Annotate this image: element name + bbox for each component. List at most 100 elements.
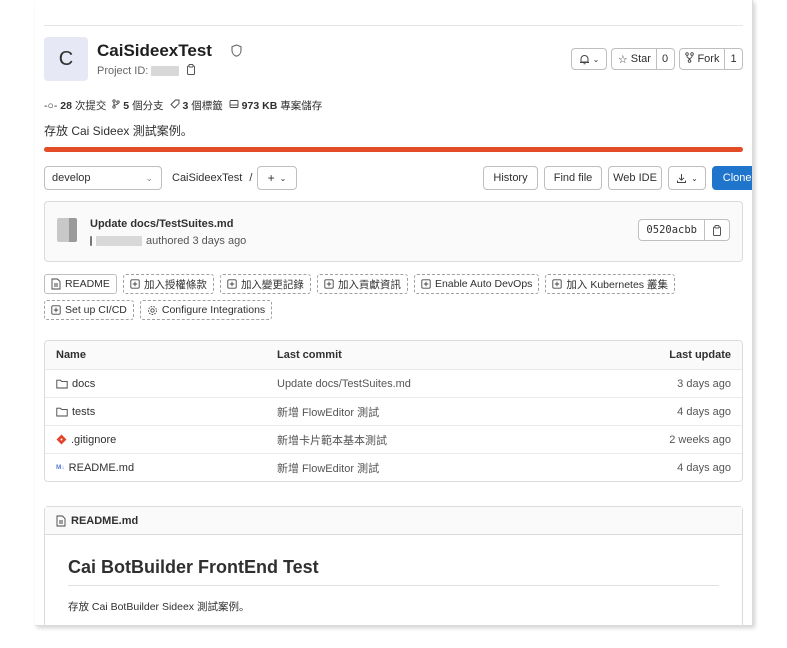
branches-label: 個分支 — [132, 100, 164, 112]
tags-label: 個標籤 — [191, 100, 223, 112]
copy-sha-button[interactable] — [704, 220, 729, 240]
add-dropdown-button[interactable]: + ⌄ — [257, 166, 297, 190]
table-row[interactable]: M↓ README.md 新增 FlowEditor 測試 4 days ago — [45, 453, 742, 481]
project-shortcuts: README 加入授權條款 加入變更記錄 加入貢獻資訊 Enable Auto DevO… — [44, 274, 734, 320]
shortcut-button[interactable]: 加入貢獻資訊 — [316, 274, 408, 294]
gear-icon — [147, 305, 158, 316]
plus-icon: + — [267, 171, 275, 185]
fork-count[interactable]: 1 — [724, 49, 741, 69]
fork-button[interactable]: Fork 1 — [679, 48, 743, 70]
plus-square-icon — [421, 279, 431, 289]
file-name[interactable]: .gitignore — [71, 434, 116, 446]
web-ide-button[interactable]: Web IDE — [608, 166, 662, 190]
shortcut-label: Set up CI/CD — [65, 304, 127, 316]
readme-panel: README.md Cai BotBuilder FrontEnd Test 存… — [44, 506, 743, 625]
shortcut-label: 加入貢獻資訊 — [337, 278, 401, 291]
last-commit-panel: Update docs/TestSuites.md authored 3 day… — [44, 201, 743, 262]
header-last-update: Last update — [669, 349, 731, 361]
table-row[interactable]: docs Update docs/TestSuites.md 3 days ago — [45, 369, 742, 397]
commit-sha-value[interactable]: 0520acbb — [639, 220, 704, 240]
table-row[interactable]: tests 新增 FlowEditor 測試 4 days ago — [45, 397, 742, 425]
clone-button[interactable]: Clone ⌄ — [712, 166, 752, 190]
fork-icon — [685, 52, 695, 66]
file-name-cell[interactable]: .gitignore — [45, 434, 277, 446]
file-last-commit[interactable]: 新增 FlowEditor 測試 — [277, 404, 592, 420]
shortcut-button[interactable]: 加入 Kubernetes 叢集 — [545, 274, 675, 294]
redacted-author — [96, 236, 142, 246]
readme-text: 存放 Cai BotBuilder Sideex 測試案例。 — [68, 601, 250, 613]
project-id: Project ID: — [97, 64, 196, 78]
markdown-icon: M↓ — [56, 464, 65, 471]
fork-label: Fork — [697, 53, 720, 65]
shield-icon — [231, 44, 242, 60]
download-button[interactable]: ⌄ — [668, 166, 706, 190]
commit-sha[interactable]: 0520acbb — [638, 219, 730, 241]
file-name[interactable]: docs — [72, 378, 95, 390]
star-button[interactable]: ☆ Star 0 — [611, 48, 675, 70]
commit-meta: authored 3 days ago — [90, 235, 246, 247]
storage-label: 專案儲存 — [280, 100, 323, 112]
language-bar[interactable] — [44, 147, 743, 152]
tags-stat[interactable]: 3 個標籤 — [169, 98, 223, 113]
download-icon — [676, 173, 687, 184]
shortcut-button[interactable]: 加入授權條款 — [122, 274, 214, 294]
breadcrumb-project[interactable]: CaiSideexTest — [172, 172, 242, 184]
project-title[interactable]: CaiSideexTest — [97, 41, 212, 61]
branch-name: develop — [52, 172, 91, 184]
shortcut-button[interactable]: 加入變更記錄 — [219, 274, 311, 294]
shortcut-button[interactable]: Set up CI/CD — [44, 300, 134, 320]
file-name[interactable]: tests — [72, 406, 95, 418]
bell-icon — [579, 54, 590, 65]
plus-square-icon — [51, 305, 61, 315]
file-name[interactable]: README.md — [69, 462, 134, 474]
file-tree-table: Name Last commit Last update docs Update … — [44, 340, 743, 482]
commits-stat[interactable]: -○- 28 次提交 — [44, 98, 106, 113]
storage-stat[interactable]: 973 KB 專案儲存 — [229, 98, 322, 113]
project-id-label: Project ID: — [97, 65, 149, 77]
star-count[interactable]: 0 — [655, 49, 673, 69]
table-header: Name Last commit Last update — [45, 341, 742, 369]
chevron-down-icon: ⌄ — [592, 54, 600, 64]
copy-icon[interactable] — [186, 64, 196, 78]
redacted-author-bar — [90, 236, 92, 246]
file-last-commit[interactable]: Update docs/TestSuites.md — [277, 378, 592, 390]
commit-author-avatar[interactable] — [57, 218, 77, 242]
history-button[interactable]: History — [483, 166, 538, 190]
tags-count: 3 — [182, 100, 189, 112]
project-description: 存放 Cai Sideex 測試案例。 — [44, 124, 193, 138]
readme-heading: Cai BotBuilder FrontEnd Test — [68, 557, 319, 577]
table-row[interactable]: .gitignore 新增卡片範本基本測試 2 weeks ago — [45, 425, 742, 453]
shortcut-label: 加入 Kubernetes 叢集 — [566, 278, 668, 291]
shortcut-button[interactable]: Configure Integrations — [139, 300, 273, 320]
project-avatar[interactable]: C — [44, 37, 88, 81]
git-icon — [56, 434, 67, 445]
readme-header: README.md — [45, 507, 742, 535]
shortcut-label: Configure Integrations — [161, 304, 266, 316]
file-last-commit[interactable]: 新增卡片範本基本測試 — [277, 432, 592, 448]
file-name-cell[interactable]: tests — [45, 406, 277, 418]
file-last-update: 3 days ago — [677, 377, 731, 390]
header-last-commit: Last commit — [277, 349, 342, 361]
branch-selector[interactable]: develop ⌄ — [44, 166, 162, 190]
notification-button[interactable]: ⌄ — [571, 48, 607, 70]
file-icon — [56, 515, 66, 527]
clone-label: Clone — [722, 172, 752, 184]
shortcut-button[interactable]: Enable Auto DevOps — [413, 274, 540, 294]
file-name-cell[interactable]: docs — [45, 378, 277, 390]
breadcrumb: CaiSideexTest / — [172, 172, 252, 184]
file-name-cell[interactable]: M↓ README.md — [45, 462, 277, 474]
branches-count: 5 — [123, 100, 130, 112]
file-last-commit[interactable]: 新增 FlowEditor 測試 — [277, 460, 592, 476]
breadcrumb-separator: / — [249, 172, 253, 184]
branch-icon — [112, 99, 123, 112]
branches-stat[interactable]: 5 個分支 — [112, 98, 164, 113]
copy-icon — [712, 224, 722, 236]
plus-square-icon — [552, 279, 563, 289]
commit-message[interactable]: Update docs/TestSuites.md — [90, 218, 233, 230]
storage-icon — [229, 100, 242, 112]
shortcut-button[interactable]: README — [44, 274, 117, 294]
shortcut-label: Enable Auto DevOps — [434, 278, 533, 290]
readme-filename[interactable]: README.md — [71, 515, 138, 527]
tag-icon — [169, 99, 183, 112]
find-file-button[interactable]: Find file — [544, 166, 602, 190]
